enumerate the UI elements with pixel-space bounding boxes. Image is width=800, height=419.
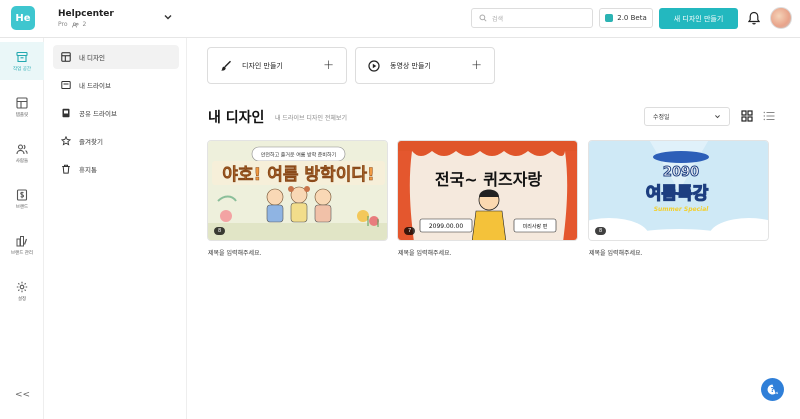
rail-item-brand[interactable]: 브랜드 <box>0 180 44 218</box>
bell-icon[interactable] <box>748 11 760 25</box>
rail-item-workspace[interactable]: 작업 공간 <box>0 42 44 80</box>
play-circle-icon <box>368 59 380 72</box>
grid-view-icon[interactable] <box>741 110 753 122</box>
top-bar: He Helpcenter Pro 2 검색 2.0 Beta 새 디자인 만들… <box>0 0 800 38</box>
sidebar-item-label: 휴지통 <box>79 166 97 174</box>
collapse-button[interactable]: << <box>15 390 30 400</box>
page-count-badge: 8 <box>595 227 607 235</box>
workspace-plan: Pro <box>58 21 68 28</box>
layout-icon <box>16 96 28 109</box>
shared-drive-icon <box>62 108 70 118</box>
search-input[interactable]: 검색 <box>471 8 593 28</box>
sidebar-item-shared-drive[interactable]: 공유 드라이브 <box>53 101 179 125</box>
view-all-link[interactable]: 내 드라이브 디자인 전체보기 <box>275 113 347 122</box>
avatar[interactable] <box>770 7 792 29</box>
design-card[interactable]: 전국~ 퀴즈자랑 2099.00.00 미리사랑 편 7 <box>397 140 578 241</box>
date-text: 2099.00.00 <box>429 223 464 230</box>
create-video-card[interactable]: 동영상 만들기 + <box>355 47 495 84</box>
design-card[interactable]: 2090 여름특강 Summer Special 8 <box>588 140 769 241</box>
beta-label: 2.0 Beta <box>617 14 647 22</box>
main-content: 디자인 만들기 + 동영상 만들기 + 내 디자인 내 드라이브 디자인 전체보… <box>187 38 800 419</box>
brand-icon <box>16 188 28 201</box>
help-button[interactable]: ? <box>761 378 784 401</box>
workspace-meta: Pro 2 <box>58 21 86 28</box>
sidebar-item-my-designs[interactable]: 내 디자인 <box>53 45 179 69</box>
sidebar-item-label: 내 디자인 <box>79 54 105 62</box>
design-thumbnail: 2090 여름특강 Summer Special <box>589 141 768 240</box>
rail-label: 브랜드 <box>15 204 29 210</box>
archive-icon <box>16 51 28 62</box>
workspace-logo[interactable]: He <box>11 6 35 30</box>
chevron-down-icon[interactable] <box>163 12 173 22</box>
people-icon <box>16 143 28 154</box>
sidebar-item-label: 내 드라이브 <box>79 82 111 90</box>
sort-select[interactable]: 수정일 <box>644 107 730 126</box>
rail-item-brand-manage[interactable]: 브랜드 관리 <box>0 226 44 264</box>
svg-text:?: ? <box>770 386 774 394</box>
design-title[interactable]: 제목을 입력해주세요. <box>398 248 452 257</box>
design-thumbnail: 안전하고 즐거운 여름 방학 준비하기 야호! 여름 방학이다! <box>208 141 387 240</box>
sidebar-item-favorites[interactable]: 즐겨찾기 <box>53 129 179 153</box>
banner-top-text: 안전하고 즐거운 여름 방학 준비하기 <box>261 152 336 159</box>
drive-icon <box>61 81 71 89</box>
banner-main-text: 야호! 여름 방학이다! <box>222 165 374 185</box>
chevron-down-icon <box>715 115 720 119</box>
create-design-card[interactable]: 디자인 만들기 + <box>207 47 347 84</box>
kids-illustration <box>266 186 332 223</box>
search-placeholder: 검색 <box>492 15 504 23</box>
sidebar-item-label: 즐겨찾기 <box>79 138 103 146</box>
host-text: 미리사랑 편 <box>523 223 548 230</box>
page-count-badge: 8 <box>214 227 226 235</box>
member-count: 2 <box>82 21 87 28</box>
brand-manage-icon <box>16 235 28 246</box>
banner-top-text: 2090 <box>663 165 699 180</box>
rail-item-people[interactable]: 사람들 <box>0 134 44 172</box>
gear-icon <box>16 281 28 292</box>
banner-sub-text: Summer Special <box>654 206 710 213</box>
sidebar-item-label: 공유 드라이브 <box>79 110 117 118</box>
rail-item-templates[interactable]: 템플릿 <box>0 88 44 126</box>
page-count-badge: 7 <box>404 227 416 235</box>
rail-item-settings[interactable]: 설정 <box>0 272 44 310</box>
sort-label: 수정일 <box>653 114 670 121</box>
design-thumbnail: 전국~ 퀴즈자랑 2099.00.00 미리사랑 편 <box>398 141 577 240</box>
members-icon <box>71 21 79 27</box>
design-card[interactable]: 안전하고 즐거운 여름 방학 준비하기 야호! 여름 방학이다! 8 <box>207 140 388 241</box>
trash-icon <box>62 164 70 174</box>
sidebar: 내 디자인 내 드라이브 공유 드라이브 즐겨찾기 휴지통 <box>44 38 187 419</box>
create-design-label: 디자인 만들기 <box>242 61 283 70</box>
star-icon <box>61 136 71 146</box>
rail-label: 사람들 <box>15 158 29 164</box>
plus-icon: + <box>471 58 482 73</box>
help-icon: ? <box>767 384 778 395</box>
rail-label: 템플릿 <box>15 112 29 118</box>
rail-label: 설정 <box>17 296 27 302</box>
sidebar-item-trash[interactable]: 휴지통 <box>53 157 179 181</box>
beta-icon <box>605 14 614 22</box>
design-title[interactable]: 제목을 입력해주세요. <box>589 248 643 257</box>
brush-icon <box>221 60 231 71</box>
icon-rail: 작업 공간 템플릿 사람들 브랜드 브랜드 관리 설정 << <box>0 38 44 419</box>
banner-main-text: 여름특강 <box>646 184 709 204</box>
design-title[interactable]: 제목을 입력해주세요. <box>208 248 262 257</box>
create-video-label: 동영상 만들기 <box>390 61 431 70</box>
plus-icon: + <box>323 58 334 73</box>
banner-main-text: 전국~ 퀴즈자랑 <box>435 170 543 189</box>
search-icon <box>479 14 487 22</box>
rail-label: 작업 공간 <box>13 66 31 72</box>
layout-icon <box>61 52 71 62</box>
rail-label: 브랜드 관리 <box>10 250 34 256</box>
beta-button[interactable]: 2.0 Beta <box>599 8 653 28</box>
list-view-icon[interactable] <box>763 110 775 122</box>
sidebar-item-my-drive[interactable]: 내 드라이브 <box>53 73 179 97</box>
page-title: 내 디자인 <box>208 110 265 126</box>
workspace-name[interactable]: Helpcenter <box>58 9 114 19</box>
new-design-button[interactable]: 새 디자인 만들기 <box>659 8 738 29</box>
